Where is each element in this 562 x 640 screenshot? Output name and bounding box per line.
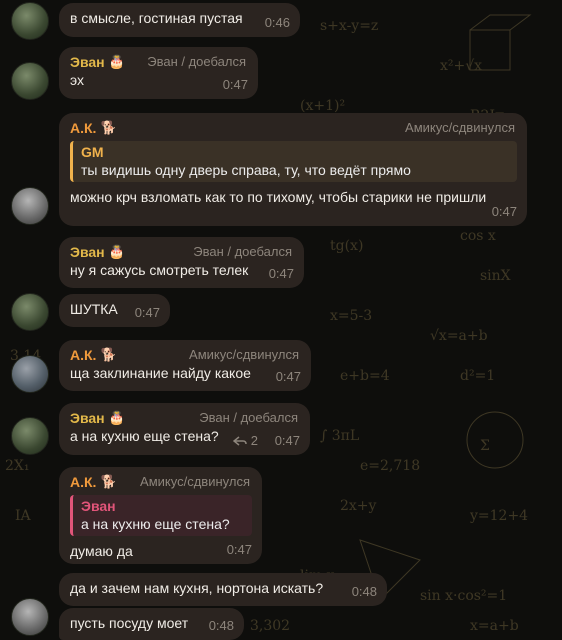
- message-time: 0:47: [268, 266, 294, 281]
- reply-quote[interactable]: GM ты видишь одну дверь справа, ту, что …: [70, 141, 517, 182]
- reply-arrow-icon: [232, 436, 247, 446]
- member-role: Амикус/сдвинулся: [140, 474, 250, 489]
- message-time: 0:48: [351, 584, 377, 599]
- message-text: ну я сажусь смотреть телек: [70, 262, 249, 278]
- message-time: 0:47: [275, 369, 301, 384]
- user-avatar[interactable]: [11, 187, 49, 225]
- message-text: а на кухню еще стена?: [70, 428, 219, 444]
- message-bubble[interactable]: Эван 🎂 Эван / доебался ну я сажусь смотр…: [59, 237, 304, 288]
- message-text: да и зачем нам кухня, нортона искать?: [70, 580, 324, 596]
- chat-message-list[interactable]: в смысле, гостиная пустая 0:46 Эван 🎂 Эв…: [0, 0, 562, 640]
- message-bubble[interactable]: Эван 🎂 Эван / доебался эх 0:47: [59, 47, 258, 99]
- message-time: 0:48: [208, 618, 234, 633]
- message-time: 0:47: [222, 77, 248, 92]
- user-avatar[interactable]: [11, 355, 49, 393]
- message-bubble[interactable]: Эван 🎂 Эван / доебался а на кухню еще ст…: [59, 403, 310, 455]
- message-time: 0:47: [226, 542, 252, 557]
- cake-icon: 🎂: [108, 410, 125, 425]
- message-text: ща заклинание найду какое: [70, 365, 251, 381]
- dog-icon: 🐕: [100, 347, 117, 362]
- member-role: Эван / доебался: [193, 244, 292, 259]
- dog-icon: 🐕: [100, 120, 117, 135]
- reply-author: Эван: [81, 498, 116, 514]
- reply-author: GM: [81, 144, 104, 160]
- user-avatar[interactable]: [11, 417, 49, 455]
- dog-icon: 🐕: [100, 474, 117, 489]
- message-time: 0:46: [264, 15, 290, 30]
- member-role: Амикус/сдвинулся: [189, 347, 299, 362]
- message-bubble[interactable]: пусть посуду моет 0:48: [59, 608, 244, 640]
- message-text: думаю да: [70, 543, 133, 559]
- message-bubble[interactable]: в смысле, гостиная пустая 0:46: [59, 3, 300, 37]
- reply-quote[interactable]: Эван а на кухню еще стена?: [70, 495, 252, 536]
- message-bubble[interactable]: ШУТКА 0:47: [59, 294, 170, 327]
- reply-text: ты видишь одну дверь справа, ту, что вед…: [81, 162, 411, 178]
- message-bubble[interactable]: А.К. 🐕 Амикус/сдвинулся ща заклинание на…: [59, 340, 311, 391]
- cake-icon: 🎂: [108, 244, 125, 259]
- member-role: Эван / доебался: [147, 54, 246, 69]
- message-bubble[interactable]: да и зачем нам кухня, нортона искать? 0:…: [59, 573, 387, 606]
- cake-icon: 🎂: [108, 54, 125, 69]
- message-time: 0:47: [491, 204, 517, 219]
- message-bubble[interactable]: А.К. 🐕 Амикус/сдвинулся Эван а на кухню …: [59, 467, 262, 564]
- message-time: 0:47: [274, 433, 300, 448]
- member-role: Эван / доебался: [199, 410, 298, 425]
- user-avatar[interactable]: [11, 293, 49, 331]
- message-text: в смысле, гостиная пустая: [70, 10, 243, 26]
- user-avatar[interactable]: [11, 62, 49, 100]
- member-role: Амикус/сдвинулся: [405, 120, 515, 135]
- user-avatar[interactable]: [11, 2, 49, 40]
- user-avatar[interactable]: [11, 598, 49, 636]
- message-text: можно крч взломать как то по тихому, что…: [70, 189, 487, 205]
- message-bubble[interactable]: А.К. 🐕 Амикус/сдвинулся GM ты видишь одн…: [59, 113, 527, 226]
- message-time: 0:47: [134, 305, 160, 320]
- reply-text: а на кухню еще стена?: [81, 516, 230, 532]
- reply-count[interactable]: 2: [232, 432, 258, 450]
- message-text: эх: [70, 72, 84, 88]
